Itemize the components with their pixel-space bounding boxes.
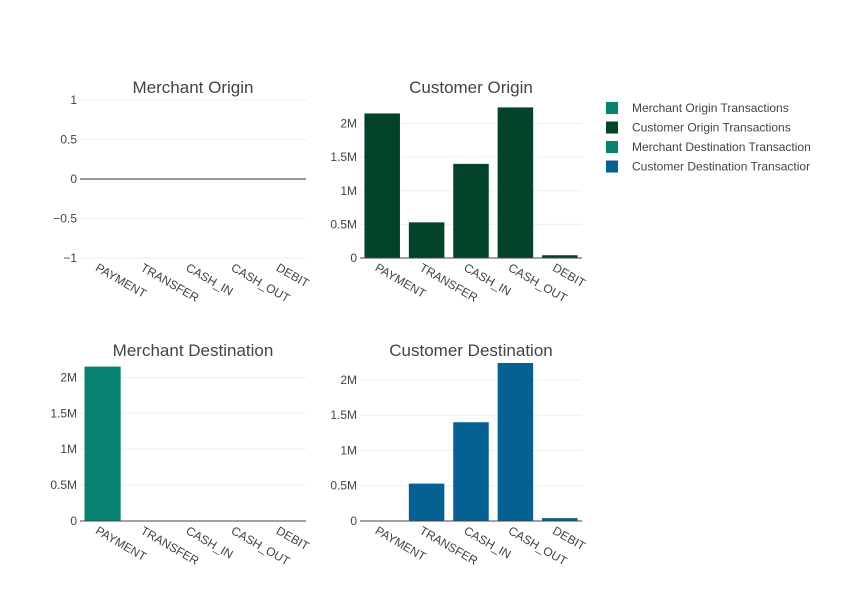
legend[interactable]: Merchant Origin Transactions Customer Ori… [606, 101, 811, 174]
merchant-destination-ytick-label: 2M [60, 370, 77, 384]
merchant-origin-ytick-label: −1 [63, 251, 77, 265]
merchant-destination-ytick-label: 1M [60, 442, 77, 456]
customer-destination-title: Customer Destination [389, 341, 552, 360]
legend-label: Merchant Origin Transactions [632, 101, 789, 115]
customer-destination-ytick-label: 1M [340, 443, 357, 457]
merchant-destination-ytick-label: 0 [70, 514, 77, 528]
customer-origin-bar-cash-in[interactable] [453, 163, 489, 258]
merchant-destination-panel: Merchant Destination00.5M1M1.5M2MPAYMENT… [50, 341, 312, 569]
customer-origin-ytick-label: 1.5M [330, 150, 357, 164]
customer-origin-title: Customer Origin [409, 78, 533, 97]
legend-label: Customer Destination Transactior [632, 160, 810, 174]
legend-swatch [606, 160, 618, 173]
legend-label: Customer Origin Transactions [632, 121, 791, 135]
customer-origin-bar-payment[interactable] [364, 113, 400, 258]
customer-origin-bar-transfer[interactable] [408, 222, 445, 258]
merchant-origin-ytick-label: −0.5 [53, 212, 77, 226]
merchant-origin-ytick-label: 0.5 [60, 133, 77, 147]
merchant-origin-title: Merchant Origin [133, 78, 254, 97]
customer-origin-ytick-label: 1M [340, 184, 357, 198]
legend-item[interactable]: Merchant Origin Transactions [606, 101, 789, 115]
customer-origin-bar-cash-out[interactable] [497, 107, 534, 258]
customer-destination-ytick-label: 0 [350, 514, 357, 528]
customer-origin-ytick-label: 2M [340, 117, 357, 131]
customer-origin-ytick-label: 0 [350, 251, 357, 265]
customer-destination-bar-cash-out[interactable] [497, 363, 534, 521]
legend-item[interactable]: Merchant Destination Transaction [606, 140, 811, 154]
legend-swatch [606, 102, 618, 114]
customer-origin-ytick-label: 0.5M [330, 217, 357, 231]
merchant-origin-ytick-label: 1 [70, 93, 77, 107]
legend-label: Merchant Destination Transaction [632, 140, 811, 154]
merchant-origin-panel: Merchant Origin−1−0.500.51PAYMENTTRANSFE… [53, 78, 312, 306]
customer-destination-ytick-label: 2M [340, 373, 357, 387]
customer-origin-panel: Customer Origin00.5M1M1.5M2MPAYMENTTRANS… [330, 78, 588, 306]
merchant-origin-ytick-label: 0 [70, 172, 77, 186]
legend-swatch [606, 141, 618, 153]
customer-destination-ytick-label: 0.5M [330, 479, 357, 493]
merchant-destination-ytick-label: 1.5M [50, 406, 77, 420]
customer-destination-panel: Customer Destination00.5M1M1.5M2MPAYMENT… [330, 341, 588, 569]
legend-item[interactable]: Customer Origin Transactions [606, 121, 791, 135]
customer-destination-bar-cash-in[interactable] [453, 422, 489, 521]
legend-item[interactable]: Customer Destination Transactior [606, 160, 810, 174]
legend-swatch [606, 121, 618, 134]
merchant-destination-title: Merchant Destination [113, 341, 274, 360]
subplot-figure: Merchant Origin−1−0.500.51PAYMENTTRANSFE… [50, 78, 811, 569]
customer-destination-ytick-label: 1.5M [330, 408, 357, 422]
merchant-destination-bar-payment[interactable] [84, 366, 121, 521]
customer-destination-bar-transfer[interactable] [408, 483, 445, 521]
merchant-destination-ytick-label: 0.5M [50, 478, 77, 492]
